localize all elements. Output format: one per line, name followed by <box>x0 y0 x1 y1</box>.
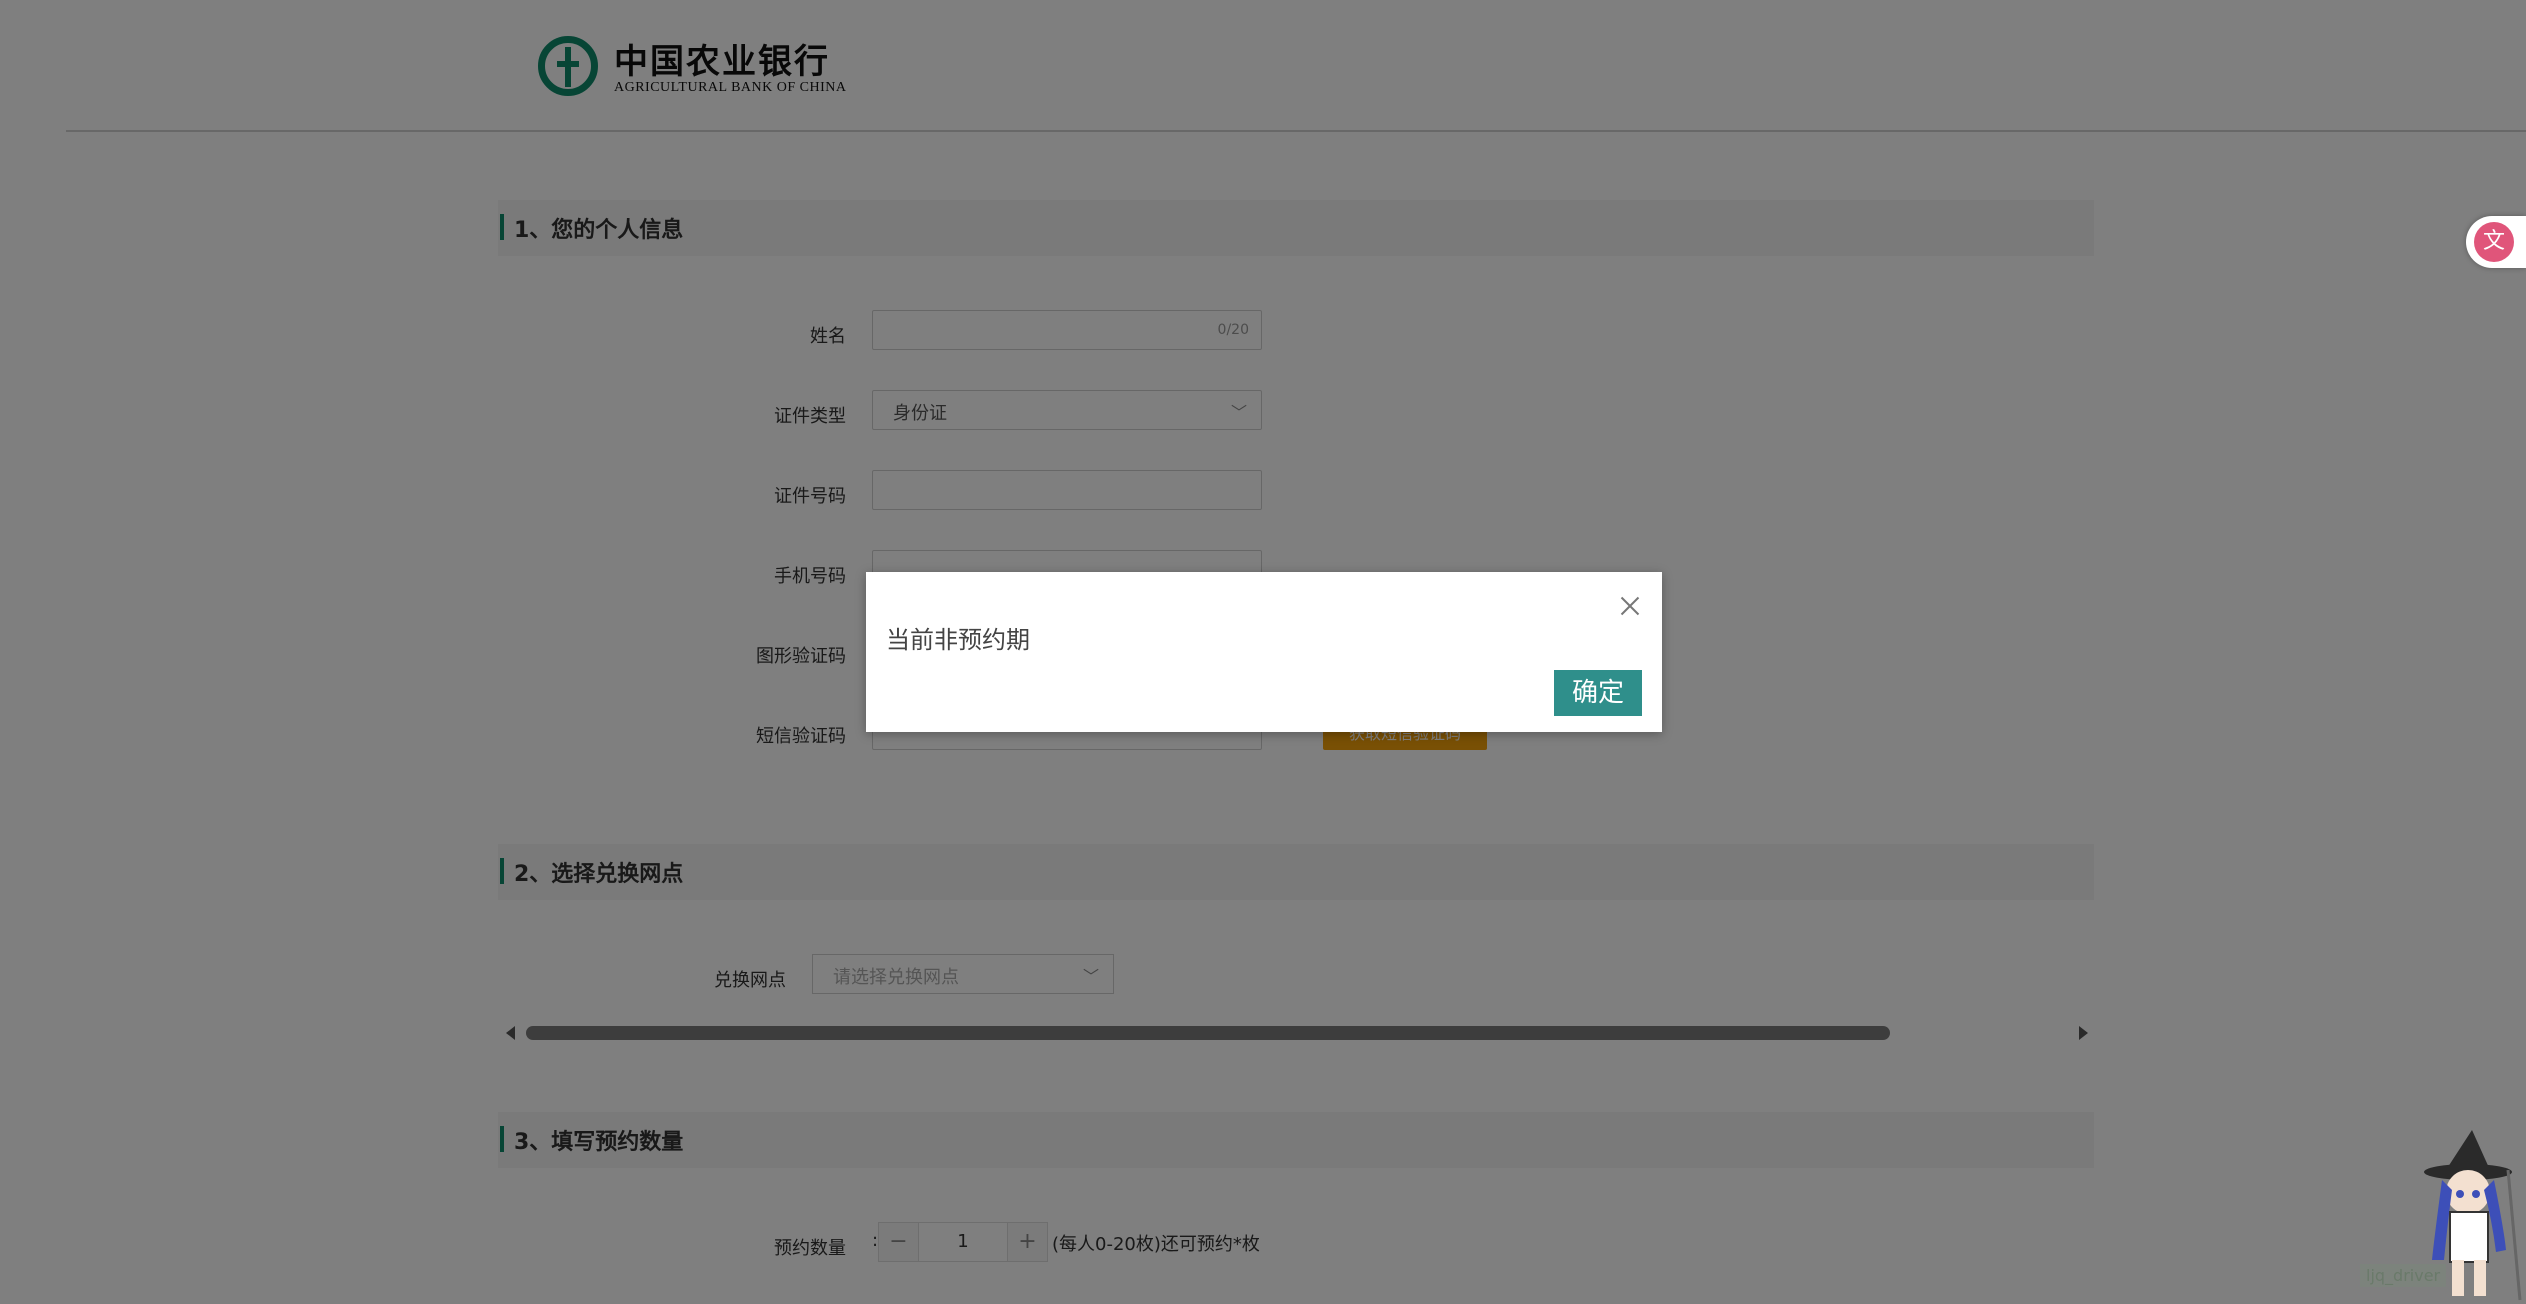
watermark-text: ljq_driver <box>2360 1264 2447 1287</box>
translate-icon[interactable]: 文 <box>2474 222 2514 262</box>
close-icon[interactable] <box>1618 594 1642 618</box>
translate-widget[interactable]: 文 <box>2466 216 2526 268</box>
confirm-button[interactable]: 确定 <box>1554 670 1642 716</box>
dialog-message: 当前非预约期 <box>886 626 1030 654</box>
reservation-page: 中国农业银行 AGRICULTURAL BANK OF CHINA 1、您的个人… <box>0 0 2526 1304</box>
alert-dialog: 当前非预约期 确定 <box>866 572 1662 732</box>
